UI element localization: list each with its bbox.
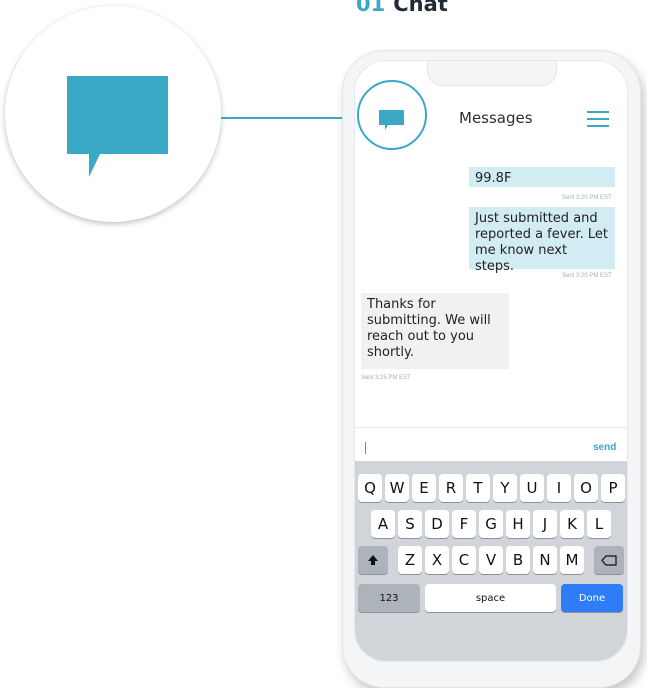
key-p[interactable]: P bbox=[601, 474, 625, 502]
key-g[interactable]: G bbox=[479, 510, 503, 538]
done-key[interactable]: Done bbox=[561, 584, 623, 612]
hero-icon-circle bbox=[5, 6, 221, 222]
key-j[interactable]: J bbox=[533, 510, 557, 538]
key-a[interactable]: A bbox=[371, 510, 395, 538]
message-bubble: Thanks for submitting. We will reach out… bbox=[361, 293, 509, 369]
key-k[interactable]: K bbox=[560, 510, 584, 538]
key-r[interactable]: R bbox=[439, 474, 463, 502]
key-e[interactable]: E bbox=[412, 474, 436, 502]
message-timestamp: Sent 3:25 PM EST bbox=[361, 375, 411, 381]
key-m[interactable]: M bbox=[560, 546, 584, 574]
keyboard: Q W E R T Y U I O P A S D F G H J K L Z … bbox=[355, 461, 627, 661]
section-number: 01 bbox=[356, 0, 386, 16]
key-w[interactable]: W bbox=[385, 474, 409, 502]
key-x[interactable]: X bbox=[425, 546, 449, 574]
key-q[interactable]: Q bbox=[358, 474, 382, 502]
key-y[interactable]: Y bbox=[493, 474, 517, 502]
message-composer[interactable]: send bbox=[355, 427, 627, 462]
text-cursor bbox=[365, 442, 366, 454]
page-title: Messages bbox=[459, 109, 533, 127]
key-d[interactable]: D bbox=[425, 510, 449, 538]
shift-arrow-icon bbox=[368, 555, 378, 565]
section-title: Chat bbox=[393, 0, 448, 16]
message-bubble: 99.8F bbox=[469, 167, 615, 187]
message-timestamp: Sent 3:20 PM EST bbox=[562, 273, 612, 279]
phone-screen: Messages 99.8F Sent 3:20 PM EST Just sub… bbox=[354, 60, 628, 662]
key-l[interactable]: L bbox=[587, 510, 611, 538]
shift-key[interactable] bbox=[358, 546, 388, 574]
key-h[interactable]: H bbox=[506, 510, 530, 538]
key-z[interactable]: Z bbox=[398, 546, 422, 574]
key-f[interactable]: F bbox=[452, 510, 476, 538]
key-n[interactable]: N bbox=[533, 546, 557, 574]
message-bubble: Just submitted and reported a fever. Let… bbox=[469, 207, 615, 274]
backspace-icon bbox=[601, 554, 617, 566]
send-button[interactable]: send bbox=[593, 442, 616, 453]
key-t[interactable]: T bbox=[466, 474, 490, 502]
phone-notch bbox=[427, 61, 557, 86]
key-s[interactable]: S bbox=[398, 510, 422, 538]
key-o[interactable]: O bbox=[574, 474, 598, 502]
key-i[interactable]: I bbox=[547, 474, 571, 502]
chat-bubble-icon bbox=[67, 76, 168, 177]
key-v[interactable]: V bbox=[479, 546, 503, 574]
message-timestamp: Sent 3:20 PM EST bbox=[562, 195, 612, 201]
backspace-key[interactable] bbox=[594, 546, 624, 574]
key-u[interactable]: U bbox=[520, 474, 544, 502]
space-key[interactable]: space bbox=[425, 584, 556, 612]
section-heading: 01 Chat bbox=[356, 0, 448, 16]
key-c[interactable]: C bbox=[452, 546, 476, 574]
connector-line bbox=[221, 117, 357, 119]
highlight-ring bbox=[357, 80, 427, 150]
hamburger-menu-icon[interactable] bbox=[587, 111, 609, 132]
key-b[interactable]: B bbox=[506, 546, 530, 574]
numbers-key[interactable]: 123 bbox=[358, 584, 420, 612]
